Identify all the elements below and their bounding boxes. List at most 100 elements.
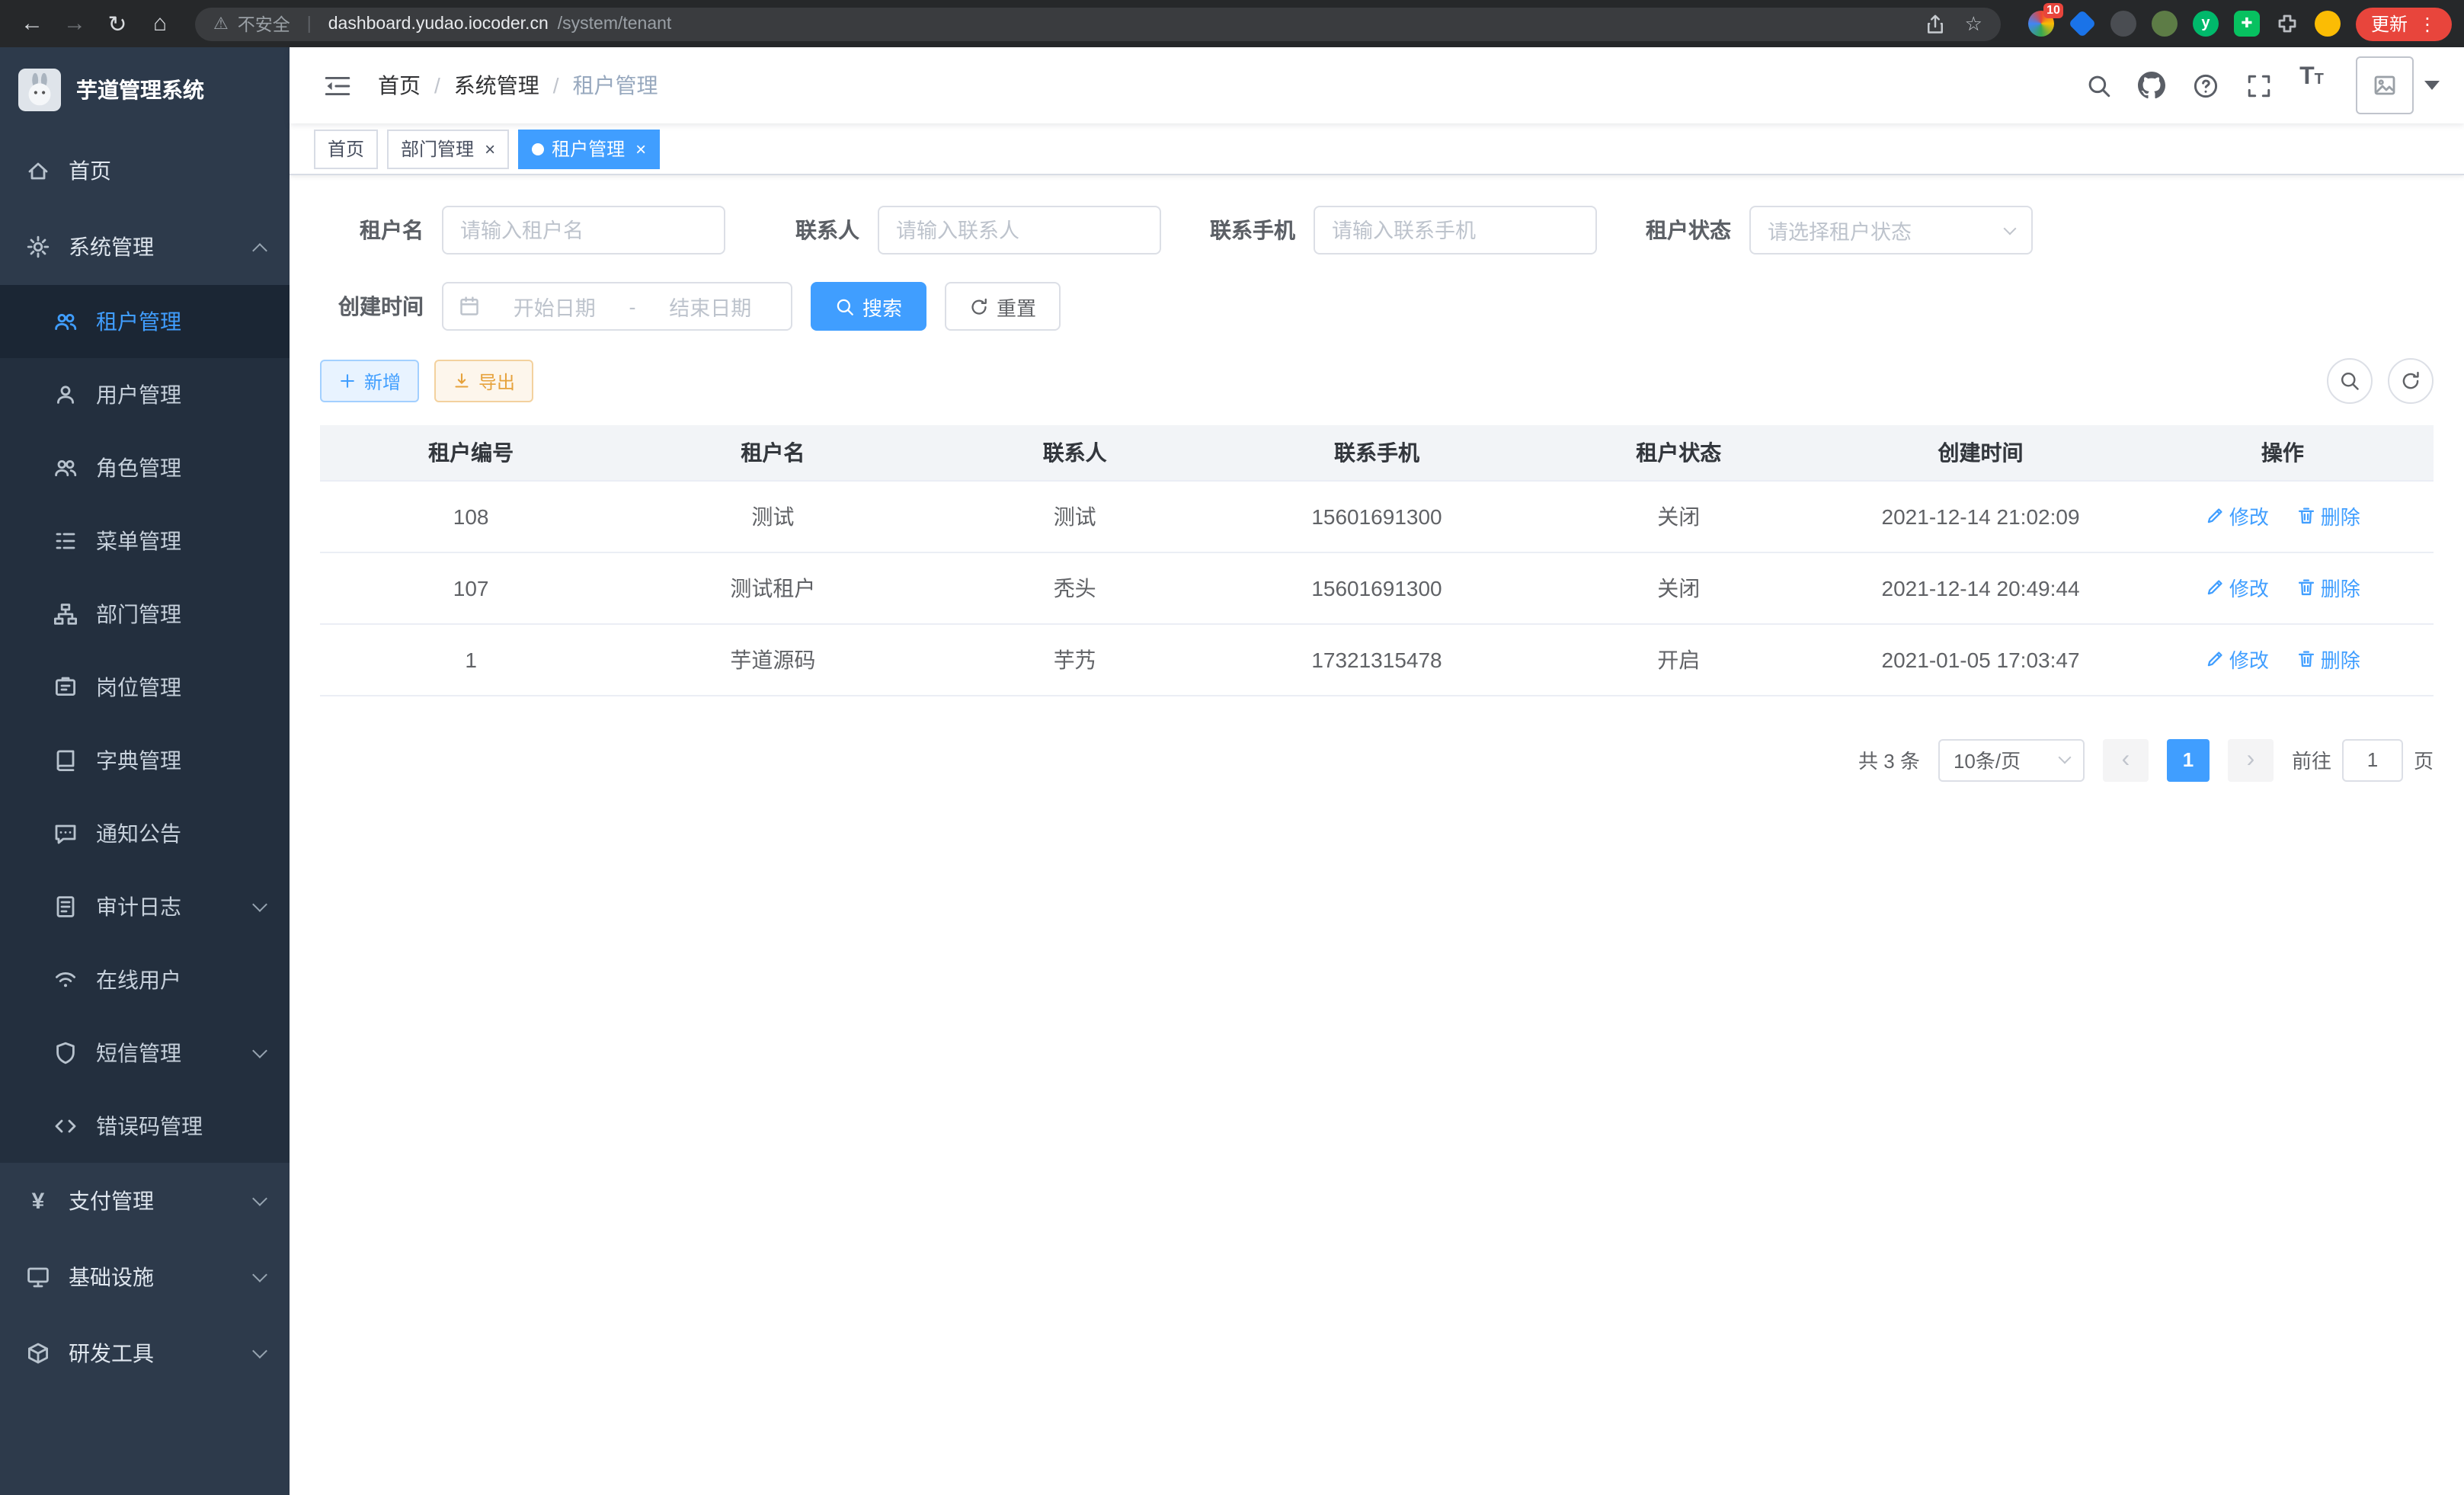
trash-icon <box>2296 649 2316 669</box>
cell-created: 2021-12-14 21:02:09 <box>1829 480 2131 552</box>
sidebar-collapse-icon[interactable] <box>314 62 360 108</box>
col-tenant-id: 租户编号 <box>320 425 622 480</box>
share-icon[interactable] <box>1925 13 1947 34</box>
edit-link[interactable]: 修改 <box>2205 501 2269 530</box>
sidebar-item-tenant[interactable]: 租户管理 <box>0 285 290 358</box>
help-icon[interactable] <box>2184 64 2226 107</box>
url-path: /system/tenant <box>558 14 672 33</box>
extension-icon-olive[interactable] <box>2152 11 2178 37</box>
chevron-down-icon <box>252 1042 267 1058</box>
search-button[interactable]: 搜索 <box>811 282 926 331</box>
sidebar-item-post[interactable]: 岗位管理 <box>0 651 290 724</box>
gear-icon <box>24 235 52 259</box>
goto-label: 前往 <box>2292 745 2331 774</box>
edit-link[interactable]: 修改 <box>2205 573 2269 602</box>
total-count: 共 3 条 <box>1858 745 1920 774</box>
cell-contact: 测试 <box>924 480 1226 552</box>
cell-status: 开启 <box>1528 623 1829 695</box>
fullscreen-icon[interactable] <box>2237 64 2280 107</box>
sidebar-item-devtools[interactable]: 研发工具 <box>0 1315 290 1391</box>
sidebar-item-dict[interactable]: 字典管理 <box>0 724 290 797</box>
browser-back-button[interactable]: ← <box>12 4 52 43</box>
search-icon <box>2339 370 2360 392</box>
close-icon[interactable]: × <box>485 139 495 158</box>
breadcrumb-system[interactable]: 系统管理 <box>454 70 539 101</box>
sidebar-item-audit-log[interactable]: 审计日志 <box>0 870 290 943</box>
tenant-name-input[interactable] <box>442 206 725 255</box>
home-icon <box>24 158 52 183</box>
sidebar-item-infra[interactable]: 基础设施 <box>0 1239 290 1315</box>
tenant-name-label: 租户名 <box>320 215 424 245</box>
address-bar[interactable]: ⚠ 不安全 | dashboard.yudao.iocoder.cn /syst… <box>195 7 2001 40</box>
sidebar-item-menu[interactable]: 菜单管理 <box>0 504 290 578</box>
sidebar-item-home[interactable]: 首页 <box>0 133 290 209</box>
extension-icon-green-y[interactable]: y <box>2193 11 2219 37</box>
calendar-icon <box>459 296 480 317</box>
status-select[interactable]: 请选择租户状态 <box>1749 206 2033 255</box>
address-separator: | <box>307 14 312 33</box>
extension-icon-colorful[interactable]: 10 <box>2028 11 2054 37</box>
trash-icon <box>2296 578 2316 597</box>
users-icon <box>52 309 79 334</box>
message-icon <box>52 821 79 846</box>
trash-icon <box>2296 506 2316 526</box>
toggle-search-button[interactable] <box>2327 358 2373 404</box>
search-icon <box>835 296 855 316</box>
browser-forward-button[interactable]: → <box>55 4 94 43</box>
col-contact: 联系人 <box>924 425 1226 480</box>
prev-page-button[interactable]: ‹ <box>2103 738 2149 781</box>
browser-home-button[interactable]: ⌂ <box>140 4 180 43</box>
sidebar-item-dept[interactable]: 部门管理 <box>0 578 290 651</box>
extension-badge: 10 <box>2043 3 2063 18</box>
reset-button[interactable]: 重置 <box>945 282 1061 331</box>
tag-home[interactable]: 首页 <box>314 129 378 168</box>
date-range-picker[interactable]: 开始日期 - 结束日期 <box>442 282 792 331</box>
next-page-button[interactable]: › <box>2228 738 2274 781</box>
browser-menu-icon[interactable]: ⋮ <box>2418 13 2437 34</box>
sidebar-item-role[interactable]: 角色管理 <box>0 431 290 504</box>
date-start[interactable]: 开始日期 <box>489 291 620 322</box>
sidebar-item-user[interactable]: 用户管理 <box>0 358 290 431</box>
delete-link[interactable]: 删除 <box>2296 501 2360 530</box>
extension-icon-blue[interactable] <box>2069 10 2097 38</box>
sidebar-item-online-users[interactable]: 在线用户 <box>0 943 290 1016</box>
tag-dept[interactable]: 部门管理 × <box>387 129 509 168</box>
sidebar-item-system[interactable]: 系统管理 <box>0 209 290 285</box>
extension-icon-dark[interactable] <box>2110 11 2136 37</box>
refresh-table-button[interactable] <box>2388 358 2434 404</box>
tag-tenant[interactable]: 租户管理 × <box>518 129 660 168</box>
breadcrumb-home[interactable]: 首页 <box>378 70 421 101</box>
delete-link[interactable]: 删除 <box>2296 573 2360 602</box>
sidebar-item-notice[interactable]: 通知公告 <box>0 797 290 870</box>
contact-input[interactable] <box>878 206 1161 255</box>
puzzle-extensions-icon[interactable] <box>2275 11 2299 36</box>
chevron-down-icon <box>252 896 267 911</box>
cell-mobile: 15601691300 <box>1226 480 1528 552</box>
cell-contact: 芋艿 <box>924 623 1226 695</box>
sidebar-item-payment[interactable]: ¥ 支付管理 <box>0 1163 290 1239</box>
bookmark-star-icon[interactable]: ☆ <box>1965 11 1982 36</box>
user-menu[interactable] <box>2356 56 2440 114</box>
sidebar-item-sms[interactable]: 短信管理 <box>0 1016 290 1090</box>
cell-mobile: 17321315478 <box>1226 623 1528 695</box>
page-size-select[interactable]: 10条/页 <box>1938 738 2085 781</box>
add-button[interactable]: 新增 <box>320 360 419 402</box>
browser-update-button[interactable]: 更新 ⋮ <box>2356 7 2452 40</box>
close-icon[interactable]: × <box>635 139 646 158</box>
search-icon[interactable] <box>2077 64 2120 107</box>
cell-status: 关闭 <box>1528 552 1829 623</box>
profile-avatar-icon[interactable] <box>2315 11 2341 37</box>
breadcrumb: 首页 / 系统管理 / 租户管理 <box>378 70 658 101</box>
page-number-1[interactable]: 1 <box>2167 738 2210 781</box>
sidebar-item-error-code[interactable]: 错误码管理 <box>0 1090 290 1163</box>
export-button[interactable]: 导出 <box>434 360 533 402</box>
date-end[interactable]: 结束日期 <box>645 291 776 322</box>
font-size-icon[interactable]: TT <box>2290 64 2333 107</box>
github-icon[interactable] <box>2130 64 2173 107</box>
edit-link[interactable]: 修改 <box>2205 645 2269 674</box>
mobile-input[interactable] <box>1314 206 1597 255</box>
delete-link[interactable]: 删除 <box>2296 645 2360 674</box>
browser-refresh-button[interactable]: ↻ <box>98 4 137 43</box>
extension-icon-green-chat[interactable]: ✚ <box>2234 11 2260 37</box>
goto-page-input[interactable] <box>2342 738 2403 781</box>
